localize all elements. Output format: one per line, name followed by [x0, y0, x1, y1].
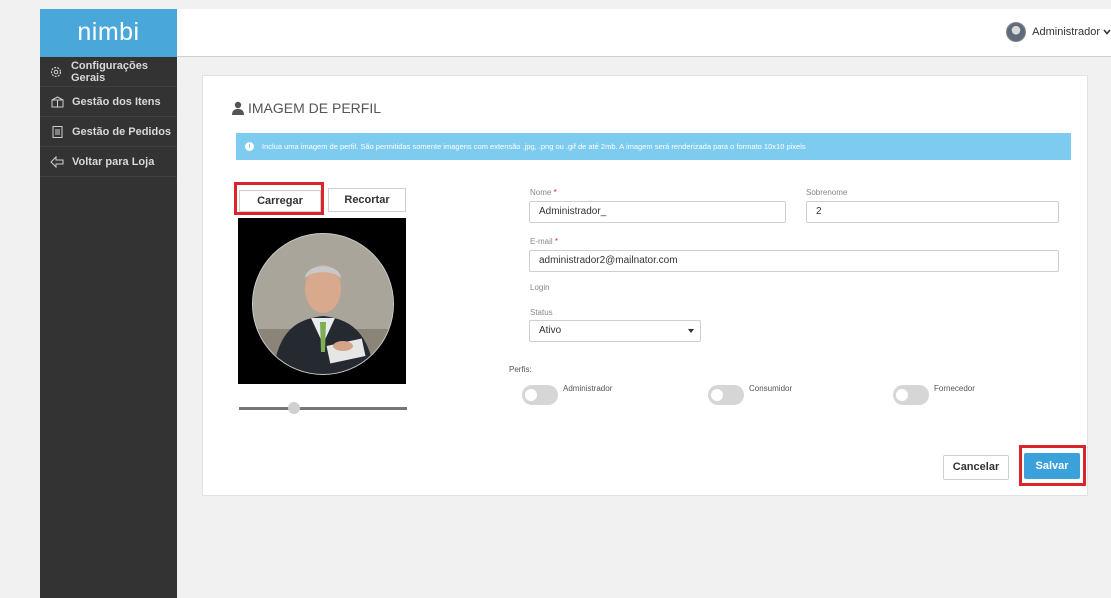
save-button[interactable]: Salvar [1024, 453, 1080, 479]
profile-card: IMAGEM DE PERFIL i Inclua uma imagem de … [202, 75, 1088, 496]
nome-label: Nome * [530, 188, 557, 197]
chevron-down-icon [1103, 26, 1111, 38]
status-select[interactable]: Ativo [529, 320, 701, 342]
zoom-slider-knob[interactable] [288, 402, 300, 414]
back-arrow-icon [50, 155, 64, 169]
toggle-administrador-label: Administrador [563, 384, 613, 393]
toggle-knob [711, 389, 723, 401]
nome-input[interactable]: Administrador_ [529, 201, 786, 223]
logo[interactable]: nimbi [40, 9, 177, 57]
caret-down-icon [688, 329, 694, 333]
status-label: Status [530, 308, 553, 317]
toggle-fornecedor-label: Fornecedor [934, 384, 975, 393]
toggle-consumidor-label: Consumidor [749, 384, 793, 393]
box-icon [50, 95, 64, 109]
zoom-slider[interactable] [239, 402, 407, 414]
document-icon [50, 125, 64, 139]
perfis-label: Perfis: [509, 365, 532, 374]
sidebar: nimbi Configurações Gerais Gestão dos It… [40, 9, 177, 598]
info-text: Inclua uma imagem de perfil. São permiti… [262, 142, 806, 151]
sidebar-item-label: Gestão de Pedidos [72, 125, 172, 138]
sobrenome-label: Sobrenome [806, 188, 848, 197]
cancel-button[interactable]: Cancelar [943, 455, 1009, 480]
user-menu[interactable]: Administrador [1006, 22, 1111, 42]
top-gap [0, 0, 1111, 9]
card-title-text: IMAGEM DE PERFIL [248, 100, 382, 116]
user-icon [231, 101, 245, 115]
toggle-knob [896, 389, 908, 401]
info-icon: i [245, 142, 254, 151]
toggle-fornecedor[interactable] [893, 385, 929, 405]
sidebar-item-voltar[interactable]: Voltar para Loja [40, 147, 177, 177]
toggle-administrador[interactable] [522, 385, 558, 405]
login-label: Login [530, 283, 550, 292]
top-header: Administrador [177, 9, 1111, 57]
crop-button[interactable]: Recortar [328, 188, 406, 212]
toggle-consumidor[interactable] [708, 385, 744, 405]
info-alert: i Inclua uma imagem de perfil. São permi… [236, 133, 1071, 160]
email-input[interactable]: administrador2@mailnator.com [529, 250, 1059, 272]
profile-photo [252, 233, 394, 375]
sidebar-item-label: Voltar para Loja [72, 155, 155, 168]
sidebar-item-label: Gestão dos Itens [72, 95, 161, 108]
image-cropper[interactable] [238, 218, 406, 384]
upload-button[interactable]: Carregar [239, 190, 321, 212]
sobrenome-input[interactable]: 2 [806, 201, 1059, 223]
user-name: Administrador [1032, 26, 1100, 38]
email-label: E-mail * [530, 237, 559, 246]
gear-icon [50, 65, 63, 79]
sidebar-item-configuracoes[interactable]: Configurações Gerais [40, 57, 177, 87]
status-value: Ativo [539, 325, 562, 336]
toggle-knob [525, 389, 537, 401]
card-title: IMAGEM DE PERFIL [231, 100, 381, 116]
sidebar-item-itens[interactable]: Gestão dos Itens [40, 87, 177, 117]
sidebar-item-pedidos[interactable]: Gestão de Pedidos [40, 117, 177, 147]
sidebar-item-label: Configurações Gerais [70, 59, 148, 84]
avatar [1006, 22, 1027, 42]
